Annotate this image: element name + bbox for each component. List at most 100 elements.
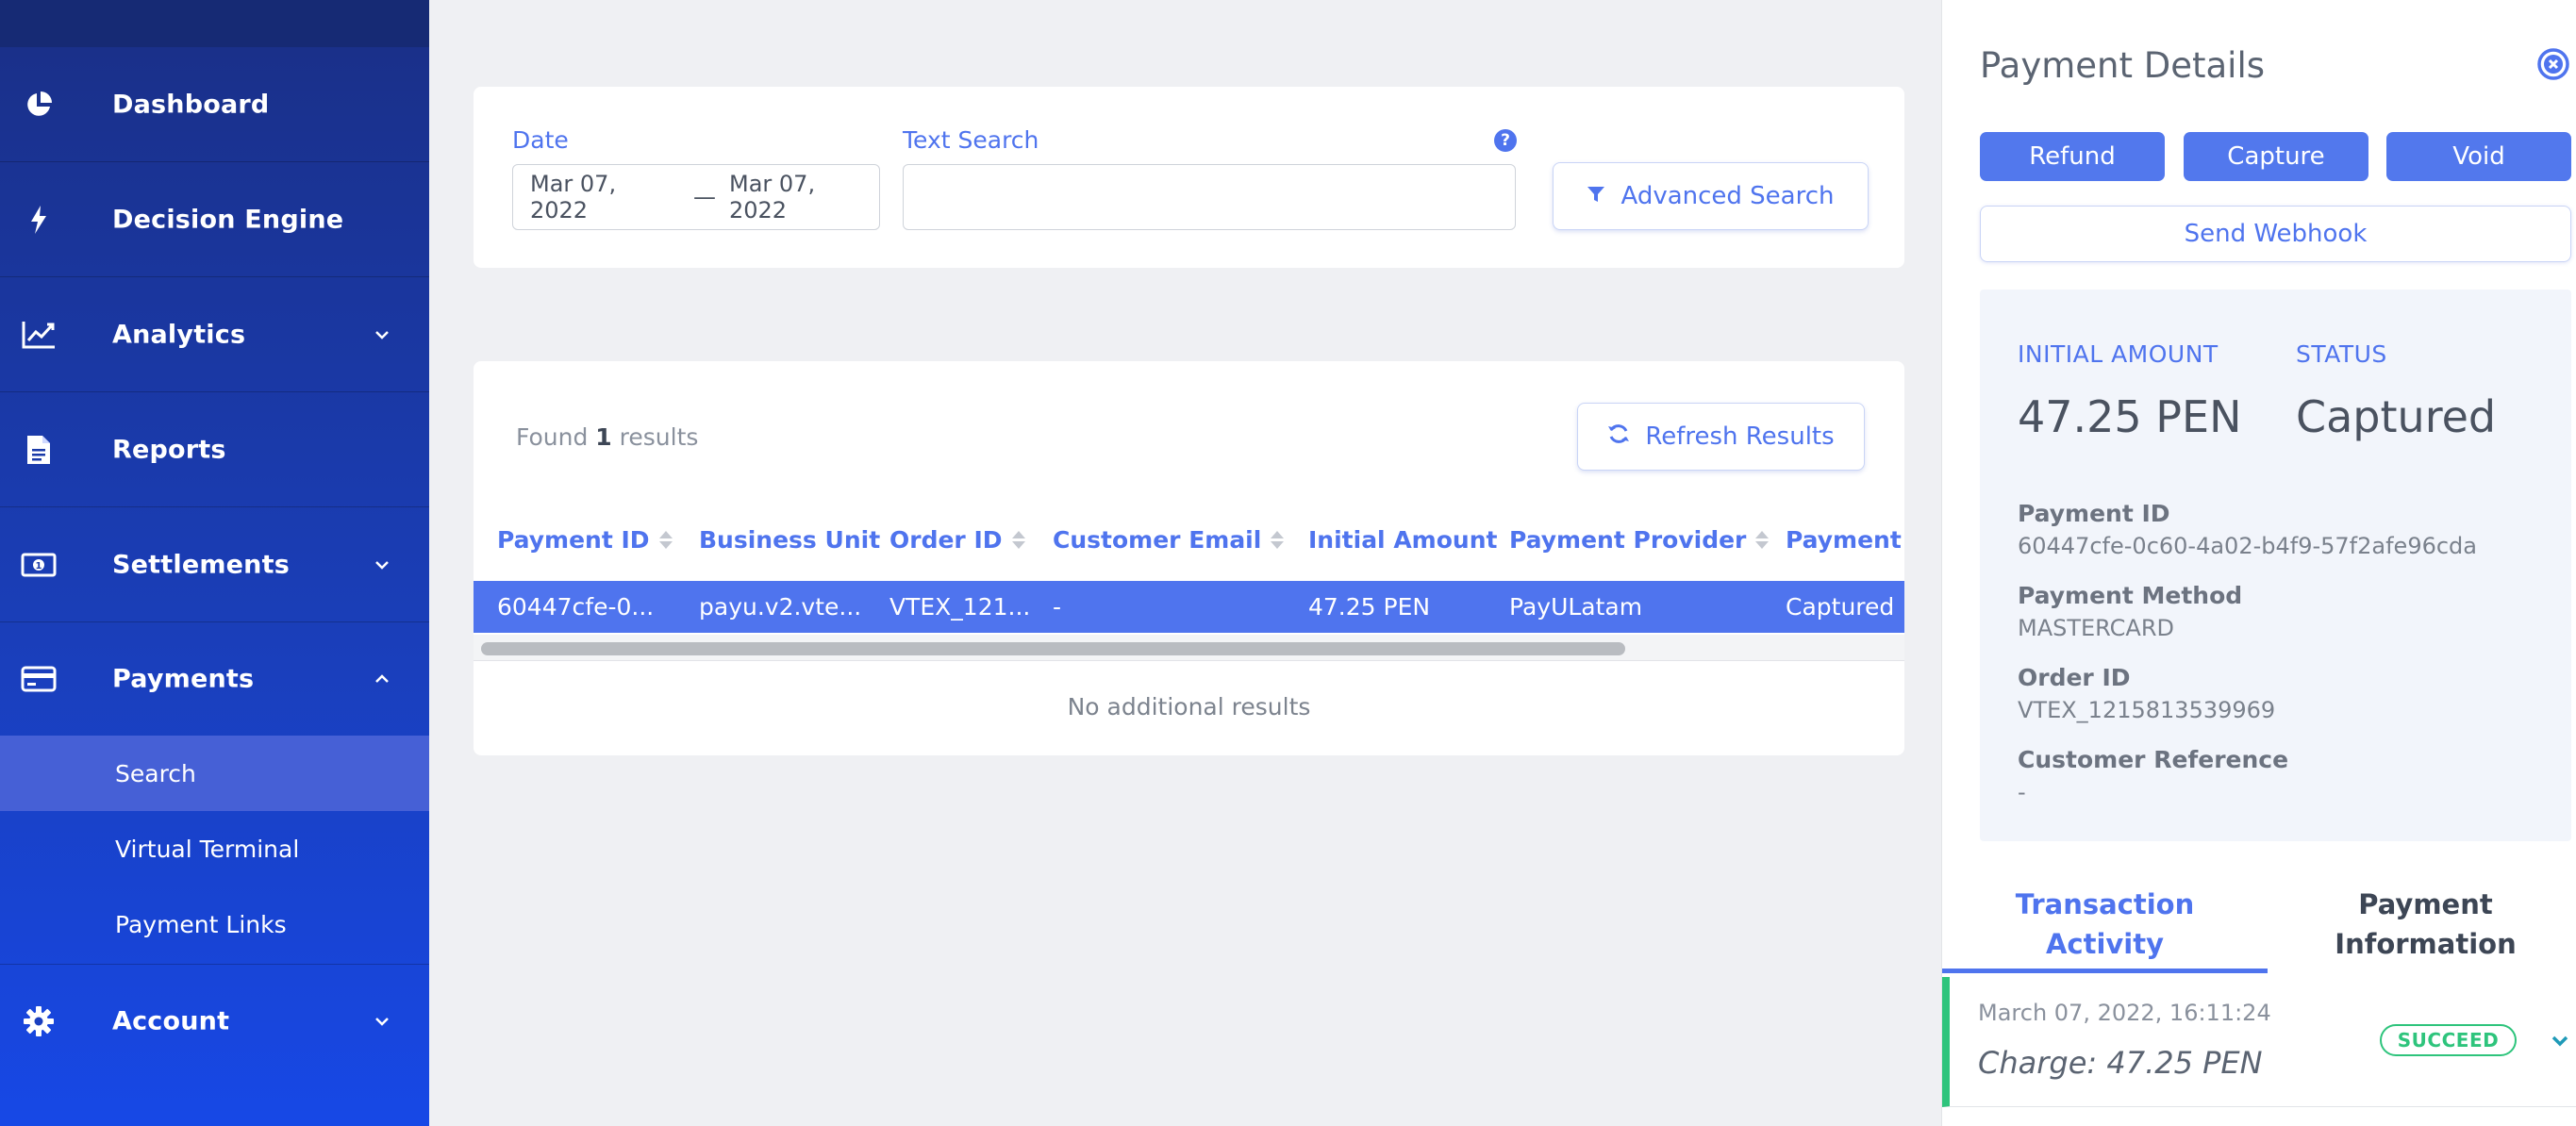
horizontal-scrollbar[interactable] — [474, 635, 1904, 661]
text-search-label: Text Search — [903, 126, 1039, 154]
no-additional-results: No additional results — [1067, 693, 1311, 720]
sidebar-item-reports[interactable]: Reports — [0, 392, 429, 507]
date-range-input[interactable]: Mar 07, 2022 — Mar 07, 2022 — [512, 164, 880, 230]
send-webhook-button[interactable]: Send Webhook — [1980, 206, 2571, 262]
chevron-down-icon — [373, 325, 391, 344]
text-search-input[interactable] — [903, 164, 1516, 230]
advanced-search-label: Advanced Search — [1620, 182, 1835, 210]
refresh-results-label: Refresh Results — [1645, 422, 1835, 451]
panel-title: Payment Details — [1980, 45, 2266, 86]
column-header-payment-provider[interactable]: Payment Provider — [1509, 526, 1770, 554]
sidebar-item-analytics[interactable]: Analytics — [0, 277, 429, 392]
sidebar-item-label: Settlements — [112, 550, 290, 579]
detail-label-payment-method: Payment Method — [2018, 582, 2243, 609]
transaction-activity-item[interactable]: March 07, 2022, 16:11:24 Charge: 47.25 P… — [1942, 977, 2576, 1107]
cell-order-id: VTEX_121... — [889, 593, 1031, 621]
chevron-down-icon — [373, 555, 391, 574]
sidebar-top-strip — [0, 0, 429, 47]
initial-amount-label: INITIAL AMOUNT — [2018, 340, 2219, 368]
sort-icon — [1271, 531, 1285, 549]
status-label: STATUS — [2296, 340, 2387, 368]
credit-card-icon — [21, 661, 57, 697]
chevron-down-icon — [373, 1012, 391, 1031]
results-count-number: 1 — [595, 423, 612, 451]
panel-tabs: Transaction Activity Payment Information — [1942, 885, 2576, 973]
results-count: Found 1 results — [516, 423, 699, 451]
column-header-payment-status[interactable]: Payment S — [1786, 526, 1904, 554]
filter-icon — [1587, 182, 1605, 210]
cell-payment-status: Captured — [1786, 593, 1895, 621]
refresh-icon — [1607, 422, 1630, 452]
refund-button[interactable]: Refund — [1980, 132, 2165, 181]
detail-label-customer-reference: Customer Reference — [2018, 746, 2289, 773]
date-start: Mar 07, 2022 — [530, 171, 617, 224]
initial-amount-value: 47.25 PEN — [2018, 391, 2242, 442]
bolt-icon — [21, 202, 57, 238]
tab-transaction-activity[interactable]: Transaction Activity — [1942, 885, 2268, 973]
sidebar-item-label: Dashboard — [112, 90, 270, 119]
sidebar-subitem-payment-links[interactable]: Payment Links — [0, 886, 429, 962]
column-header-customer-email[interactable]: Customer Email — [1053, 526, 1285, 554]
sidebar-item-dashboard[interactable]: Dashboard — [0, 47, 429, 162]
detail-value-payment-method: MASTERCARD — [2018, 615, 2174, 641]
payment-details-panel: Payment Details Refund Capture Void Send… — [1941, 0, 2576, 1126]
pie-chart-icon — [21, 87, 57, 123]
sidebar-item-decision-engine[interactable]: Decision Engine — [0, 162, 429, 277]
activity-charge: Charge: 47.25 PEN — [1978, 1045, 2263, 1081]
document-icon — [21, 432, 57, 468]
cell-payment-provider: PayULatam — [1509, 593, 1643, 621]
sort-icon — [658, 531, 673, 549]
status-value: Captured — [2296, 391, 2497, 442]
sidebar-item-settlements[interactable]: 1 Settlements — [0, 507, 429, 622]
sort-icon — [1755, 531, 1770, 549]
detail-label-payment-id: Payment ID — [2018, 500, 2170, 527]
cell-customer-email: - — [1053, 593, 1062, 621]
gear-icon — [21, 1003, 57, 1039]
detail-value-order-id: VTEX_1215813539969 — [2018, 697, 2276, 723]
void-button[interactable]: Void — [2386, 132, 2571, 181]
capture-button[interactable]: Capture — [2184, 132, 2368, 181]
date-separator: — — [693, 184, 716, 210]
results-table-header: Payment ID Business Unit Order ID Custom… — [474, 526, 1904, 571]
search-filters-card: Date Mar 07, 2022 — Mar 07, 2022 Text Se… — [474, 87, 1904, 268]
advanced-search-button[interactable]: Advanced Search — [1553, 162, 1869, 230]
sidebar-item-label: Account — [112, 1006, 230, 1036]
sidebar-subitem-virtual-terminal[interactable]: Virtual Terminal — [0, 811, 429, 886]
column-header-order-id[interactable]: Order ID — [889, 526, 1025, 554]
activity-timestamp: March 07, 2022, 16:11:24 — [1978, 1000, 2271, 1026]
close-icon[interactable] — [2536, 47, 2570, 81]
column-header-payment-id[interactable]: Payment ID — [497, 526, 673, 554]
detail-label-order-id: Order ID — [2018, 664, 2131, 691]
refresh-results-button[interactable]: Refresh Results — [1577, 403, 1865, 471]
sort-icon — [1011, 531, 1025, 549]
chevron-down-icon[interactable] — [2550, 1031, 2570, 1051]
date-end: Mar 07, 2022 — [729, 171, 816, 224]
results-card: Found 1 results Refresh Results Payment … — [474, 361, 1904, 755]
cell-initial-amount: 47.25 PEN — [1308, 593, 1431, 621]
sidebar-item-label: Payments — [112, 664, 255, 694]
sidebar-item-label: Decision Engine — [112, 205, 344, 234]
tab-payment-information[interactable]: Payment Information — [2274, 885, 2576, 973]
sidebar-item-label: Analytics — [112, 320, 246, 349]
sidebar-subitem-search[interactable]: Search — [0, 736, 429, 811]
status-badge: SUCCEED — [2380, 1024, 2517, 1056]
detail-value-payment-id: 60447cfe-0c60-4a02-b4f9-57f2afe96cda — [2018, 533, 2477, 559]
column-header-initial-amount[interactable]: Initial Amount — [1308, 526, 1497, 554]
payment-summary-box: INITIAL AMOUNT 47.25 PEN STATUS Captured… — [1980, 290, 2571, 841]
detail-value-customer-reference: - — [2018, 779, 2026, 805]
sidebar-item-label: Reports — [112, 435, 226, 464]
column-header-business-unit[interactable]: Business Unit — [699, 526, 880, 554]
payments-submenu: Search Virtual Terminal Payment Links — [0, 736, 429, 965]
sidebar-item-account[interactable]: Account — [0, 965, 429, 1078]
scrollbar-thumb[interactable] — [481, 642, 1625, 655]
svg-text:1: 1 — [36, 561, 42, 571]
date-label: Date — [512, 126, 569, 154]
chevron-up-icon — [373, 670, 391, 688]
sidebar-item-payments[interactable]: Payments — [0, 622, 429, 736]
help-icon[interactable]: ? — [1494, 129, 1517, 152]
money-icon: 1 — [21, 547, 57, 583]
table-row[interactable]: 60447cfe-0... payu.v2.vte... VTEX_121...… — [474, 581, 1904, 633]
sidebar: Dashboard Decision Engine Analytics Repo… — [0, 0, 429, 1126]
line-chart-icon — [21, 317, 57, 353]
cell-business-unit: payu.v2.vte... — [699, 593, 862, 621]
